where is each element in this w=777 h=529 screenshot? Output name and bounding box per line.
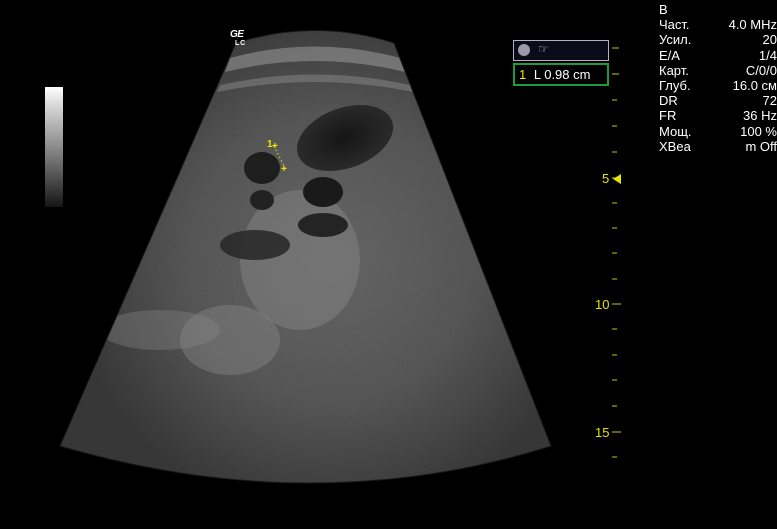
depth-label-15: 15 <box>595 425 610 440</box>
param-label: Част. <box>659 17 690 33</box>
hand-icon[interactable]: ☞ <box>538 42 549 56</box>
param-row: Глуб. 16.0 см <box>659 78 777 93</box>
param-value: C/0/0 <box>745 62 777 78</box>
cursor-icon[interactable] <box>518 44 530 56</box>
param-row: Мощ. 100 % <box>659 124 777 139</box>
param-row: Усил. 20 <box>659 32 777 47</box>
measurement-toolbar[interactable]: ☞ <box>513 40 609 61</box>
measurement-index: 1 <box>519 67 527 82</box>
param-value: 100 % <box>740 123 777 139</box>
param-value: 20 <box>762 32 777 48</box>
param-row: XBea m Off <box>659 139 777 154</box>
caliper-start-marker: + <box>272 141 278 152</box>
scan-sector <box>60 30 551 483</box>
param-label: Глуб. <box>659 78 691 94</box>
depth-ruler <box>612 47 621 458</box>
measurement-result: 1 L 0.98 cm <box>513 63 609 86</box>
parameter-panel: B Част. 4.0 MHz Усил. 20 E/A 1/4 Карт. C… <box>659 2 777 154</box>
param-label: Мощ. <box>659 123 692 139</box>
param-value: 4.0 MHz <box>728 17 777 33</box>
param-label: XBea <box>659 138 691 154</box>
ge-logo: GE L C <box>230 30 245 48</box>
param-row: Карт. C/0/0 <box>659 63 777 78</box>
param-value: 72 <box>762 93 777 109</box>
param-label: Карт. <box>659 62 689 78</box>
param-value: 16.0 см <box>732 78 777 94</box>
param-value: 1/4 <box>758 47 777 63</box>
param-value: m Off <box>745 138 777 154</box>
grayscale-bar <box>45 87 63 207</box>
measurement-value: L 0.98 cm <box>533 67 591 82</box>
ultrasound-screen: GE L C 1 + + ☞ 1 L 0.98 cm 5 10 15 B Час… <box>0 0 777 529</box>
measurement-box: ☞ 1 L 0.98 cm <box>513 40 609 86</box>
logo-sub: L C <box>235 40 245 47</box>
depth-label-5: 5 <box>602 171 610 186</box>
param-row: Част. 4.0 MHz <box>659 17 777 32</box>
depth-label-10: 10 <box>595 297 610 312</box>
focus-marker-icon[interactable] <box>613 174 621 184</box>
param-row: DR 72 <box>659 93 777 108</box>
caliper-end-marker: + <box>281 164 287 175</box>
param-value: 36 Hz <box>743 108 777 124</box>
param-row: E/A 1/4 <box>659 48 777 63</box>
mode-indicator: B <box>659 2 668 17</box>
param-label: Усил. <box>659 32 692 48</box>
param-label: E/A <box>659 47 680 63</box>
param-row: FR 36 Hz <box>659 108 777 123</box>
param-label: FR <box>659 108 677 124</box>
param-label: DR <box>659 93 678 109</box>
